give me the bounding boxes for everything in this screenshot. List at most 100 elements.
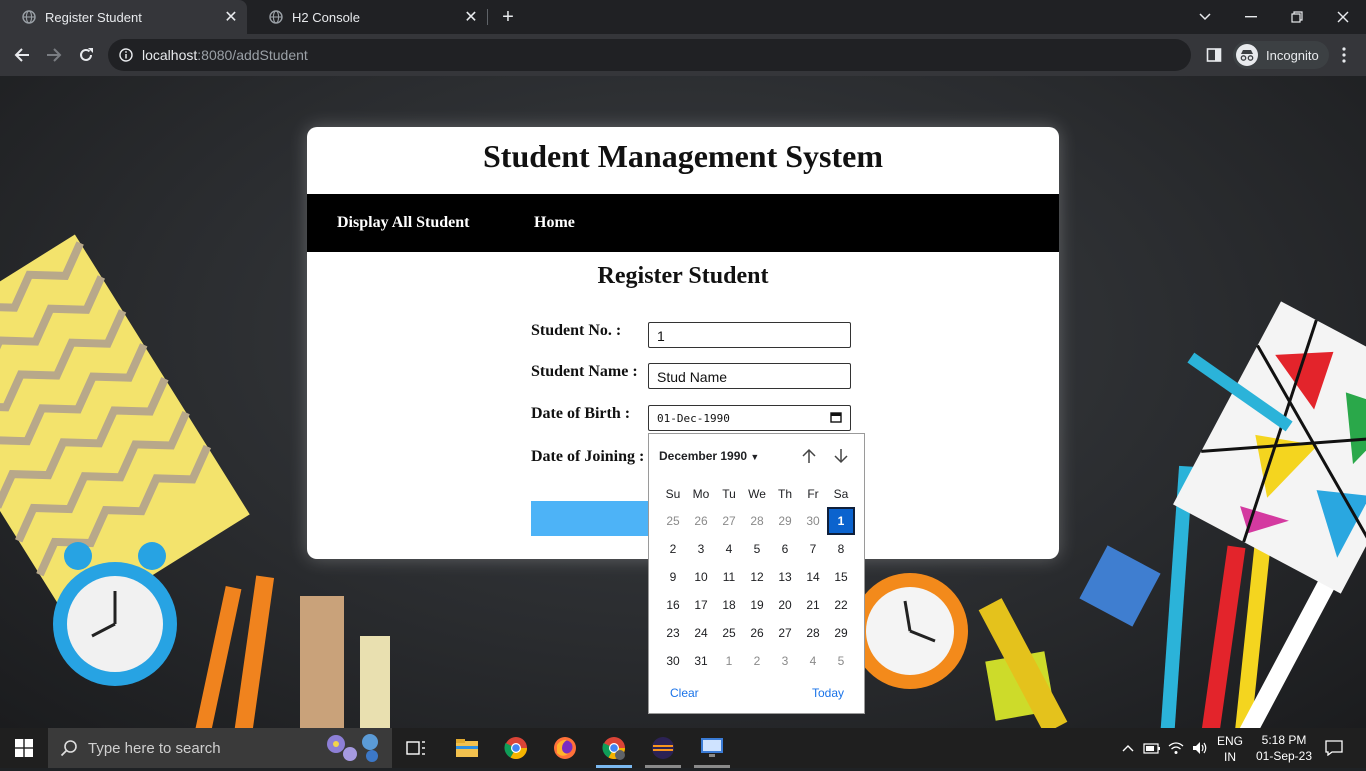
calendar-day[interactable]: 12	[743, 563, 771, 591]
calendar-day[interactable]: 18	[715, 591, 743, 619]
tab-strip: Register Student ✕ H2 Console ✕ +	[0, 0, 1366, 34]
dropdown-caret-icon: ▼	[750, 452, 760, 462]
incognito-icon	[1236, 44, 1258, 66]
restore-icon[interactable]	[1274, 0, 1320, 34]
weekday-header: Fr	[807, 487, 819, 501]
calendar-day[interactable]: 15	[827, 563, 855, 591]
calendar-day-other-month[interactable]: 5	[827, 647, 855, 675]
eclipse-icon[interactable]	[649, 734, 677, 762]
calendar-day[interactable]: 30	[659, 647, 687, 675]
calendar-day[interactable]: 11	[715, 563, 743, 591]
calendar-day[interactable]: 28	[799, 619, 827, 647]
calendar-day-other-month[interactable]: 27	[715, 507, 743, 535]
calendar-day[interactable]: 5	[743, 535, 771, 563]
calendar-day[interactable]: 23	[659, 619, 687, 647]
calendar-day-selected[interactable]: 1	[827, 507, 855, 535]
calendar-icon[interactable]	[830, 411, 842, 426]
calendar-day[interactable]: 16	[659, 591, 687, 619]
calendar-day-other-month[interactable]: 4	[799, 647, 827, 675]
calendar-day-other-month[interactable]: 1	[715, 647, 743, 675]
tab-register-student[interactable]: Register Student ✕	[0, 0, 247, 34]
language-code: ENG	[1216, 734, 1243, 748]
globe-icon	[269, 10, 283, 24]
remote-desktop-icon[interactable]	[698, 734, 726, 762]
forward-arrow-icon[interactable]	[42, 43, 66, 67]
weekday-header: Tu	[722, 487, 736, 501]
calendar-day[interactable]: 13	[771, 563, 799, 591]
minimize-icon[interactable]	[1228, 0, 1274, 34]
calendar-day[interactable]: 24	[687, 619, 715, 647]
today-button[interactable]: Today	[812, 686, 844, 700]
calendar-day[interactable]: 21	[799, 591, 827, 619]
clock[interactable]: 5:18 PM 01-Sep-23	[1250, 732, 1318, 764]
calendar-day[interactable]: 31	[687, 647, 715, 675]
incognito-profile-button[interactable]: Incognito	[1233, 41, 1329, 69]
menu-kebab-icon[interactable]	[1332, 43, 1356, 67]
taskbar-search-box[interactable]: Type here to search	[48, 728, 392, 768]
dob-value: 01-Dec-1990	[657, 412, 730, 425]
calendar-day[interactable]: 4	[715, 535, 743, 563]
previous-month-up-arrow-icon[interactable]	[799, 446, 819, 466]
calendar-day[interactable]: 19	[743, 591, 771, 619]
calendar-day[interactable]: 26	[743, 619, 771, 647]
globe-icon	[22, 10, 36, 24]
month-year-dropdown[interactable]: December 1990 ▼	[659, 449, 759, 463]
calendar-day[interactable]: 17	[687, 591, 715, 619]
student-name-input[interactable]: Stud Name	[648, 363, 851, 389]
task-view-icon[interactable]	[402, 734, 430, 762]
tab-h2-console[interactable]: H2 Console ✕	[247, 0, 487, 34]
student-no-input[interactable]: 1	[648, 322, 851, 348]
calendar-day[interactable]: 2	[659, 535, 687, 563]
close-window-icon[interactable]	[1320, 0, 1366, 34]
clear-button[interactable]: Clear	[670, 686, 699, 700]
calendar-day[interactable]: 9	[659, 563, 687, 591]
region-code: IN	[1224, 750, 1236, 764]
calendar-day[interactable]: 22	[827, 591, 855, 619]
calendar-day-other-month[interactable]: 2	[743, 647, 771, 675]
volume-icon[interactable]	[1186, 734, 1214, 762]
calendar-day[interactable]: 8	[827, 535, 855, 563]
next-month-down-arrow-icon[interactable]	[831, 446, 851, 466]
site-info-icon[interactable]	[119, 48, 133, 67]
calendar-day[interactable]: 29	[827, 619, 855, 647]
reload-icon[interactable]	[74, 43, 98, 67]
calendar-day-other-month[interactable]: 28	[743, 507, 771, 535]
language-indicator[interactable]: ENG IN	[1213, 733, 1247, 765]
nav-home[interactable]: Home	[534, 214, 575, 232]
tab-title: Register Student	[45, 9, 142, 25]
calendar-day[interactable]: 20	[771, 591, 799, 619]
chrome-icon[interactable]	[502, 734, 530, 762]
calendar-day[interactable]: 7	[799, 535, 827, 563]
search-placeholder: Type here to search	[88, 740, 221, 757]
side-panel-icon[interactable]	[1202, 43, 1226, 67]
doj-label: Date of Joining :	[531, 448, 645, 465]
new-tab-plus-icon[interactable]: +	[498, 6, 518, 28]
notification-center-icon[interactable]	[1320, 734, 1348, 762]
calendar-day[interactable]: 10	[687, 563, 715, 591]
dob-date-input[interactable]: 01-Dec-1990	[648, 405, 851, 431]
calendar-day[interactable]: 14	[799, 563, 827, 591]
month-year-label: December 1990	[659, 449, 748, 463]
calendar-day-other-month[interactable]: 29	[771, 507, 799, 535]
close-tab-icon[interactable]: ✕	[223, 9, 239, 26]
firefox-icon[interactable]	[551, 734, 579, 762]
date-picker-popup: December 1990 ▼ Su Mo Tu We Th Fr Sa 25 26 27 28 2…	[648, 433, 865, 714]
windows-start-icon[interactable]	[10, 734, 38, 762]
nav-display-all-student[interactable]: Display All Student	[337, 214, 469, 232]
calendar-day[interactable]: 27	[771, 619, 799, 647]
nav-bar: Display All Student Home	[307, 194, 1059, 252]
calendar-day[interactable]: 3	[687, 535, 715, 563]
file-explorer-icon[interactable]	[453, 734, 481, 762]
calendar-day-other-month[interactable]: 3	[771, 647, 799, 675]
tab-separator	[487, 9, 488, 25]
calendar-day-other-month[interactable]: 26	[687, 507, 715, 535]
calendar-day[interactable]: 6	[771, 535, 799, 563]
calendar-day-other-month[interactable]: 30	[799, 507, 827, 535]
chrome-incognito-taskbar-icon[interactable]	[600, 734, 628, 762]
calendar-day-other-month[interactable]: 25	[659, 507, 687, 535]
tab-search-chevron-icon[interactable]	[1182, 0, 1228, 34]
calendar-day[interactable]: 25	[715, 619, 743, 647]
address-bar[interactable]: localhost:8080/addStudent	[108, 39, 1191, 71]
back-arrow-icon[interactable]	[10, 43, 34, 67]
close-tab-icon[interactable]: ✕	[463, 9, 479, 26]
